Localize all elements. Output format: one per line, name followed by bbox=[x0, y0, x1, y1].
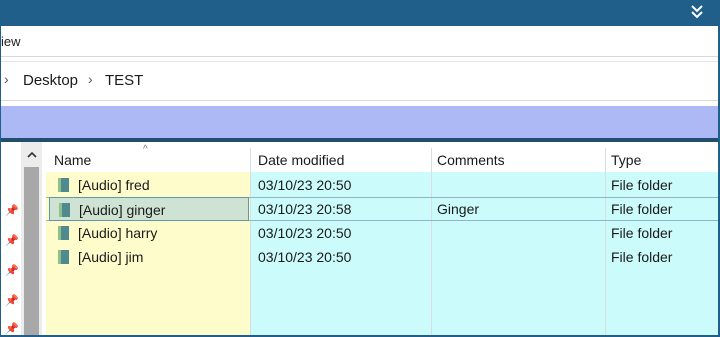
pin-icon[interactable]: 📌 bbox=[5, 322, 19, 335]
table-row-selected[interactable]: [Audio] ginger 03/10/23 20:58 Ginger Fil… bbox=[46, 197, 718, 221]
folder-icon bbox=[59, 203, 70, 217]
chevron-right-icon[interactable]: › bbox=[4, 71, 9, 87]
folder-icon bbox=[58, 250, 69, 264]
date-modified-cell: 03/10/23 20:50 bbox=[258, 177, 352, 193]
breadcrumb-test[interactable]: TEST bbox=[105, 72, 143, 89]
name-cell[interactable]: [Audio] jim bbox=[49, 245, 249, 269]
breadcrumb-desktop[interactable]: Desktop bbox=[23, 72, 78, 89]
file-name: [Audio] harry bbox=[78, 225, 158, 241]
ribbon-tab-view[interactable]: iew bbox=[1, 34, 21, 49]
nav-scrollbar[interactable] bbox=[21, 142, 42, 335]
column-header-type[interactable]: Type bbox=[611, 142, 641, 172]
chevron-double-down-icon[interactable] bbox=[690, 4, 704, 20]
window-border bbox=[0, 0, 1, 337]
type-cell: File folder bbox=[611, 249, 673, 265]
table-row[interactable]: [Audio] harry 03/10/23 20:50 File folder bbox=[46, 221, 718, 245]
name-cell[interactable]: [Audio] fred bbox=[49, 173, 249, 197]
pin-icon[interactable]: 📌 bbox=[5, 294, 19, 307]
name-cell[interactable]: [Audio] ginger bbox=[49, 197, 249, 221]
toolbar-band bbox=[1, 106, 718, 138]
column-header-name[interactable]: Name bbox=[54, 142, 91, 172]
address-bar[interactable]: › Desktop › TEST bbox=[1, 61, 718, 101]
pin-icon[interactable]: 📌 bbox=[5, 204, 19, 217]
pin-icon[interactable]: 📌 bbox=[5, 264, 19, 277]
chevron-right-icon[interactable]: › bbox=[88, 71, 93, 87]
folder-icon bbox=[58, 178, 69, 192]
title-bar bbox=[0, 0, 720, 26]
table-row[interactable]: [Audio] fred 03/10/23 20:50 File folder bbox=[46, 173, 718, 197]
navigation-pane: 📌 📌 📌 📌 📌 bbox=[1, 142, 21, 335]
column-header-comments[interactable]: Comments bbox=[437, 142, 505, 172]
file-name: [Audio] jim bbox=[78, 249, 144, 265]
table-row[interactable]: [Audio] jim 03/10/23 20:50 File folder bbox=[46, 245, 718, 269]
date-modified-cell: 03/10/23 20:50 bbox=[258, 225, 352, 241]
date-modified-cell: 03/10/23 20:58 bbox=[258, 201, 352, 217]
ribbon: iew bbox=[1, 26, 718, 57]
comment-cell: Ginger bbox=[437, 201, 480, 217]
date-modified-cell: 03/10/23 20:50 bbox=[258, 249, 352, 265]
name-cell[interactable]: [Audio] harry bbox=[49, 221, 249, 245]
scrollbar-thumb[interactable] bbox=[24, 167, 39, 335]
file-name: [Audio] fred bbox=[78, 177, 150, 193]
type-cell: File folder bbox=[611, 177, 673, 193]
scroll-up-icon[interactable] bbox=[21, 146, 42, 164]
type-cell: File folder bbox=[611, 225, 673, 241]
column-header-date-modified[interactable]: Date modified bbox=[258, 142, 344, 172]
sort-ascending-icon: ^ bbox=[143, 144, 148, 155]
pin-icon[interactable]: 📌 bbox=[5, 234, 19, 247]
folder-icon bbox=[58, 226, 69, 240]
file-view: 📌 📌 📌 📌 📌 Name ^ Date modified Comments … bbox=[1, 142, 718, 335]
type-cell: File folder bbox=[611, 201, 673, 217]
file-name: [Audio] ginger bbox=[79, 202, 166, 218]
